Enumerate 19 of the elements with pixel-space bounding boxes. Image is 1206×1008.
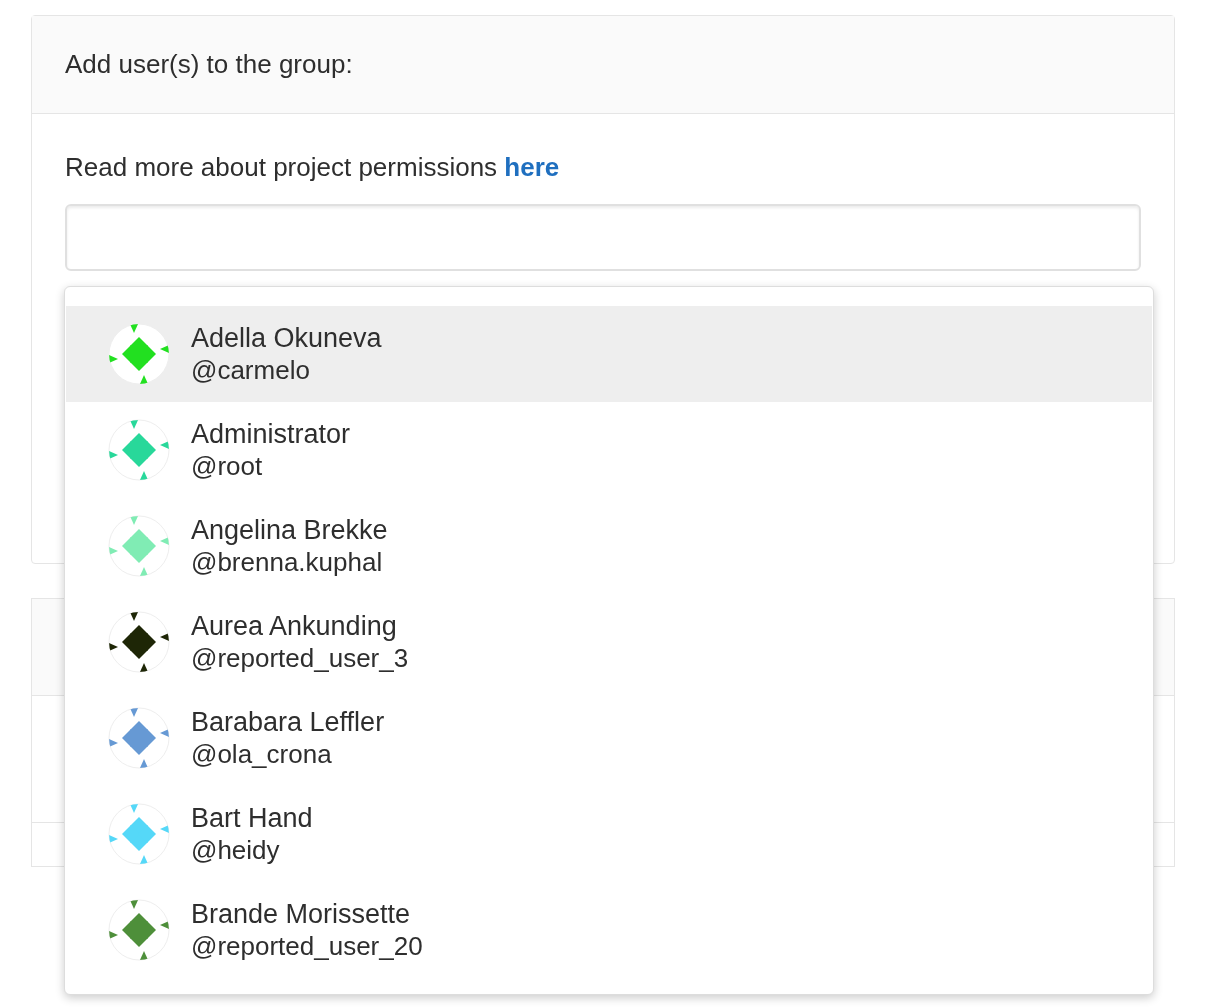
user-option[interactable]: Adella Okuneva @carmelo [66,306,1152,402]
user-handle: @carmelo [191,354,311,386]
user-handle: @reported_user_3 [191,642,409,674]
user-handle: @ola_crona [191,738,333,770]
search-field[interactable] [65,204,1141,271]
user-handle: @heidy [191,834,281,866]
permissions-text: Read more about project permissions here [65,151,561,184]
user-name: Aurea Ankunding [191,610,398,642]
user-name: Bart Hand [191,802,313,834]
user-name: Angelina Brekke [191,514,388,546]
user-name: Administrator [191,418,351,450]
user-handle: @root [191,450,264,482]
card-title: Add user(s) to the group: [65,48,353,81]
user-name: Brande Morissette [191,898,412,930]
user-handle: @reported_user_20 [191,930,423,962]
user-handle: @brenna.kuphal [191,546,384,578]
user-name: Adella Okuneva [191,322,382,354]
here-link[interactable]: here [504,152,560,182]
user-name: Barabara Leffler [191,706,385,738]
